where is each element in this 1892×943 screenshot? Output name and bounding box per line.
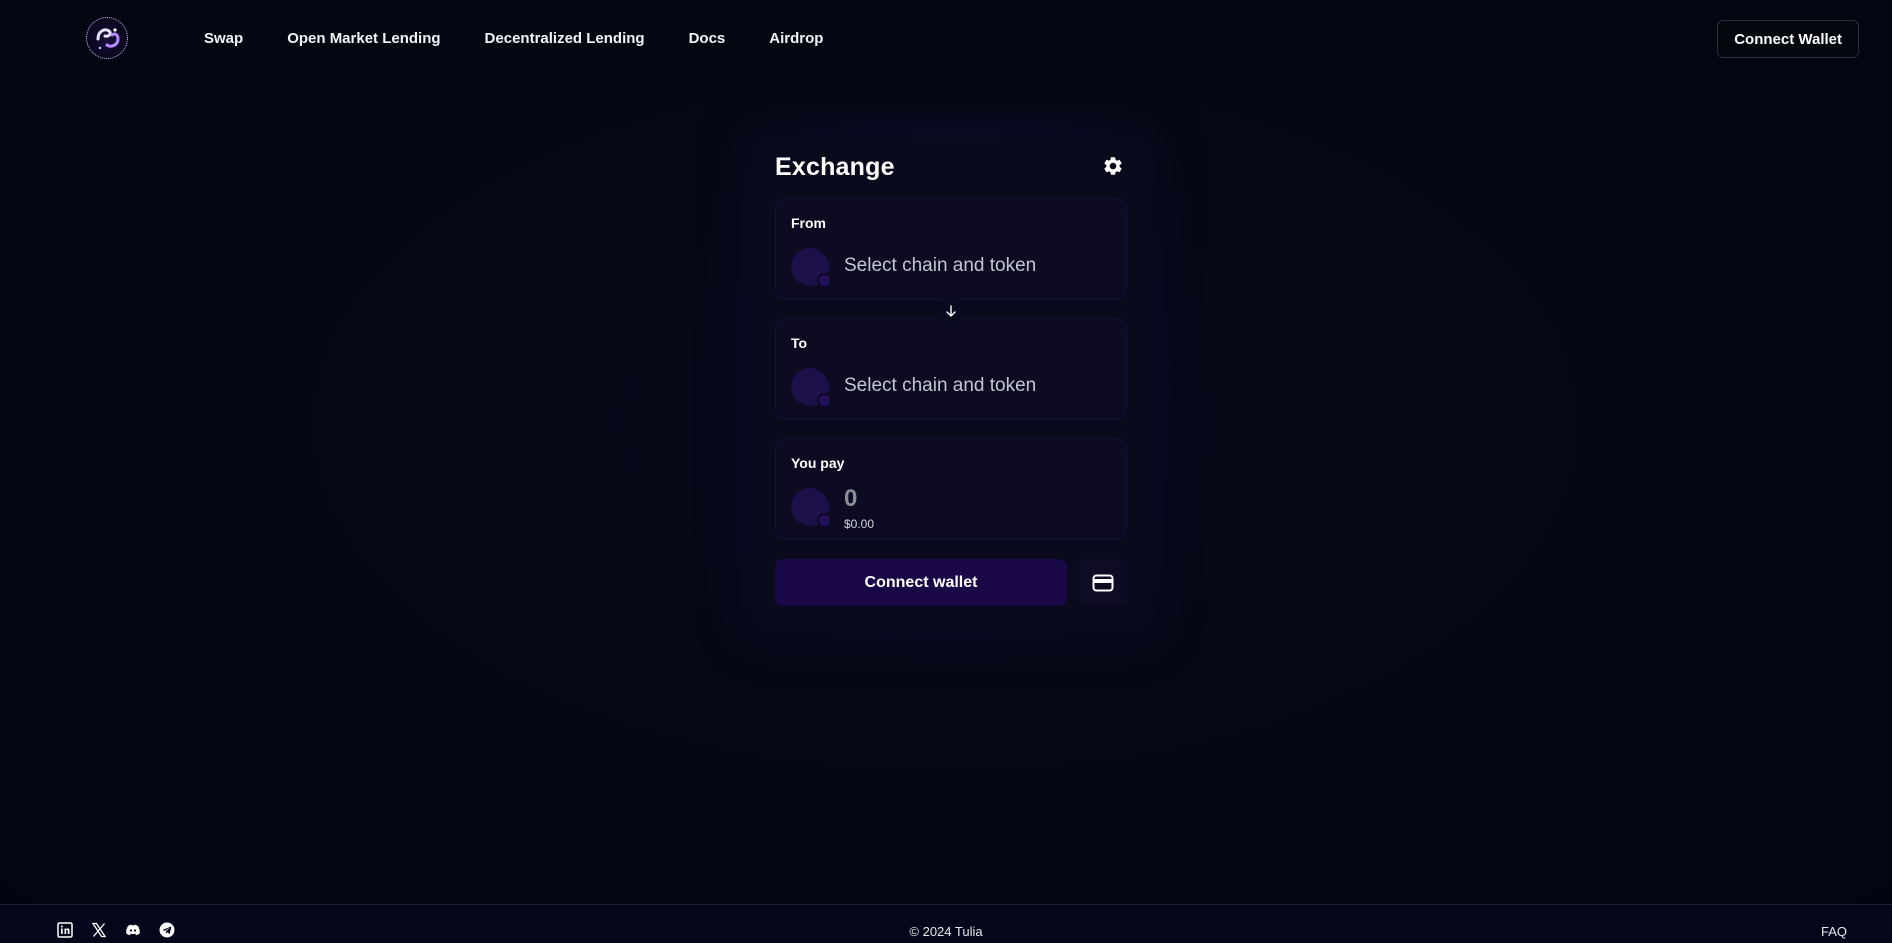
pay-chain-badge bbox=[817, 513, 832, 528]
logo-mark-icon bbox=[96, 28, 120, 50]
from-label: From bbox=[791, 215, 826, 231]
copyright-text: © 2024 Tulia bbox=[909, 924, 983, 939]
from-chain-badge bbox=[817, 273, 832, 288]
from-panel[interactable]: From Select chain and token bbox=[775, 198, 1127, 300]
connect-wallet-button[interactable]: Connect wallet bbox=[775, 559, 1067, 606]
exchange-title: Exchange bbox=[775, 153, 895, 181]
to-label: To bbox=[791, 335, 808, 351]
exchange-card: Exchange From Select chain and token To … bbox=[752, 137, 1148, 629]
from-select-token[interactable]: Select chain and token bbox=[844, 255, 1036, 277]
footer: © 2024 Tulia FAQ bbox=[0, 904, 1892, 943]
nav-decentralized-lending[interactable]: Decentralized Lending bbox=[485, 30, 645, 47]
you-pay-panel: You pay 0 $0.00 bbox=[775, 438, 1127, 540]
page: Swap Open Market Lending Decentralized L… bbox=[0, 0, 1892, 943]
pay-amount-input[interactable]: 0 bbox=[844, 485, 857, 513]
settings-gear-icon[interactable] bbox=[1102, 155, 1124, 177]
faq-link[interactable]: FAQ bbox=[1821, 924, 1847, 939]
nav-airdrop[interactable]: Airdrop bbox=[769, 30, 823, 47]
to-panel[interactable]: To Select chain and token bbox=[775, 318, 1127, 420]
top-navbar: Swap Open Market Lending Decentralized L… bbox=[0, 0, 1892, 78]
wallet-icon bbox=[1092, 574, 1114, 591]
to-select-token[interactable]: Select chain and token bbox=[844, 375, 1036, 397]
to-chain-badge bbox=[817, 393, 832, 408]
connect-wallet-header-button[interactable]: Connect Wallet bbox=[1717, 20, 1859, 58]
tulia-logo[interactable] bbox=[86, 17, 128, 59]
nav-swap[interactable]: Swap bbox=[204, 30, 243, 47]
nav-docs[interactable]: Docs bbox=[689, 30, 726, 47]
pay-amount-usd: $0.00 bbox=[844, 517, 875, 531]
swap-direction-button[interactable] bbox=[939, 299, 963, 323]
you-pay-label: You pay bbox=[791, 455, 845, 471]
main-nav: Swap Open Market Lending Decentralized L… bbox=[204, 30, 823, 47]
nav-open-market-lending[interactable]: Open Market Lending bbox=[287, 30, 440, 47]
wallet-button[interactable] bbox=[1079, 559, 1127, 606]
arrow-down-icon bbox=[946, 305, 956, 317]
